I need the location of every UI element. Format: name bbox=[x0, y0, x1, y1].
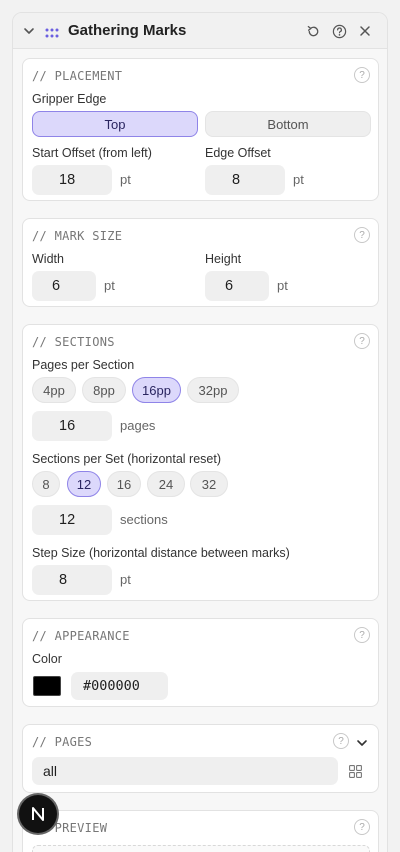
color-swatch[interactable] bbox=[33, 676, 61, 696]
step-size-unit: pt bbox=[120, 572, 131, 587]
placement-card: // PLACEMENT ? Gripper Edge Top Bottom S… bbox=[22, 58, 379, 201]
sections-unit: sections bbox=[120, 512, 168, 527]
step-size-label: Step Size (horizontal distance between m… bbox=[32, 546, 290, 560]
pages-8pp-chip[interactable]: 8pp bbox=[82, 377, 126, 403]
sections-per-set-label: Sections per Set (horizontal reset) bbox=[32, 452, 221, 466]
set-32-chip[interactable]: 32 bbox=[190, 471, 228, 497]
height-unit: pt bbox=[277, 278, 288, 293]
n-logo-icon bbox=[32, 807, 44, 821]
set-12-chip[interactable]: 12 bbox=[67, 471, 101, 497]
edge-offset-label: Edge Offset bbox=[205, 146, 271, 160]
appearance-card: // APPEARANCE ? Color #000000 bbox=[22, 618, 379, 707]
gripper-top-button[interactable]: Top bbox=[32, 111, 198, 137]
panel-title: Gathering Marks bbox=[68, 22, 187, 39]
help-circle-icon[interactable]: ? bbox=[354, 227, 370, 243]
sections-input[interactable]: 12 bbox=[32, 505, 112, 535]
gathering-marks-panel: Gathering Marks // PLACEMENT ? Gripper E… bbox=[12, 12, 388, 852]
appearance-title: // APPEARANCE bbox=[32, 629, 130, 643]
panel-header: Gathering Marks bbox=[13, 13, 387, 49]
collapse-chevron-icon[interactable] bbox=[23, 24, 35, 42]
width-unit: pt bbox=[104, 278, 115, 293]
gripper-bottom-button[interactable]: Bottom bbox=[205, 111, 371, 137]
pages-32pp-chip[interactable]: 32pp bbox=[187, 377, 239, 403]
placement-title: // PLACEMENT bbox=[32, 69, 123, 83]
pages-per-section-label: Pages per Section bbox=[32, 358, 135, 372]
height-input[interactable]: 6 bbox=[205, 271, 269, 301]
chevron-down-icon[interactable] bbox=[356, 736, 368, 754]
close-icon[interactable] bbox=[356, 22, 374, 40]
preview-card: // PREVIEW ? bbox=[22, 810, 379, 852]
edge-offset-unit: pt bbox=[293, 172, 304, 187]
help-circle-icon[interactable]: ? bbox=[333, 733, 349, 749]
pages-unit: pages bbox=[120, 418, 156, 433]
mark-size-title: // MARK SIZE bbox=[32, 229, 123, 243]
help-icon[interactable] bbox=[330, 22, 348, 40]
set-24-chip[interactable]: 24 bbox=[147, 471, 185, 497]
pages-title: // PAGES bbox=[32, 735, 93, 749]
pages-4pp-chip[interactable]: 4pp bbox=[32, 377, 76, 403]
help-circle-icon[interactable]: ? bbox=[354, 333, 370, 349]
pages-card: // PAGES ? all bbox=[22, 724, 379, 793]
edge-offset-input[interactable]: 8 bbox=[205, 165, 285, 195]
reset-icon[interactable] bbox=[304, 22, 322, 40]
color-label: Color bbox=[32, 652, 62, 666]
start-offset-unit: pt bbox=[120, 172, 131, 187]
height-label: Height bbox=[205, 252, 242, 266]
pages-16pp-chip[interactable]: 16pp bbox=[132, 377, 181, 403]
gripper-edge-label: Gripper Edge bbox=[32, 92, 107, 106]
set-16-chip[interactable]: 16 bbox=[107, 471, 141, 497]
width-label: Width bbox=[32, 252, 64, 266]
pages-range-input[interactable]: all bbox=[32, 757, 338, 785]
start-offset-input[interactable]: 18 bbox=[32, 165, 112, 195]
mark-size-card: // MARK SIZE ? Width 6 pt Height 6 pt bbox=[22, 218, 379, 307]
width-input[interactable]: 6 bbox=[32, 271, 96, 301]
pages-grid-icon[interactable] bbox=[349, 765, 362, 783]
avatar[interactable] bbox=[19, 795, 57, 833]
color-hex-input[interactable]: #000000 bbox=[71, 672, 168, 700]
grip-dots-icon bbox=[45, 25, 59, 43]
start-offset-label: Start Offset (from left) bbox=[32, 146, 152, 160]
set-8-chip[interactable]: 8 bbox=[32, 471, 60, 497]
preview-area bbox=[32, 845, 370, 852]
help-circle-icon[interactable]: ? bbox=[354, 627, 370, 643]
step-size-input[interactable]: 8 bbox=[32, 565, 112, 595]
help-circle-icon[interactable]: ? bbox=[354, 819, 370, 835]
help-circle-icon[interactable]: ? bbox=[354, 67, 370, 83]
sections-title: // SECTIONS bbox=[32, 335, 115, 349]
sections-card: // SECTIONS ? Pages per Section 4pp 8pp … bbox=[22, 324, 379, 601]
pages-input[interactable]: 16 bbox=[32, 411, 112, 441]
